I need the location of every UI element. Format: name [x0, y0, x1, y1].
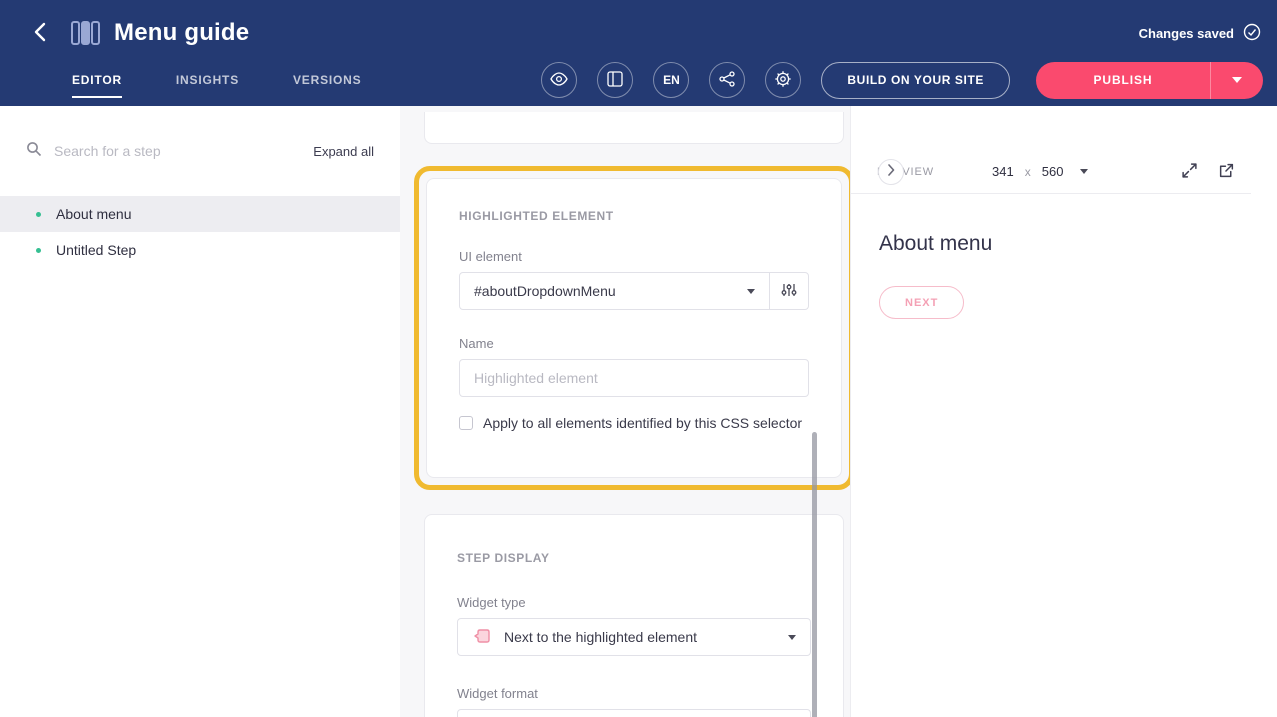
layout-button[interactable] — [597, 62, 633, 98]
expand-all-link[interactable]: Expand all — [313, 144, 374, 159]
search-icon — [26, 141, 42, 162]
preview-body: About menu NEXT — [851, 194, 1277, 319]
expand-arrows-icon — [1181, 162, 1198, 182]
body-region: Expand all About menu Untitled Step — [0, 106, 1277, 717]
settings-button[interactable] — [765, 62, 801, 98]
top-bar-nav-row: EDITOR INSIGHTS VERSIONS EN — [24, 54, 1263, 106]
step-editor-panel: HIGHLIGHTED ELEMENT UI element #aboutDro… — [400, 106, 850, 717]
selector-settings-button[interactable] — [769, 272, 809, 310]
chevron-down-icon — [1232, 77, 1242, 83]
ui-element-label: UI element — [459, 249, 809, 264]
preview-size-select[interactable]: 341 x 560 — [992, 164, 1088, 179]
chevron-right-icon — [887, 163, 895, 179]
step-item-label: Untitled Step — [56, 242, 136, 258]
card-partial-top — [424, 112, 844, 144]
gear-icon — [774, 70, 792, 91]
page-title: Menu guide — [114, 19, 249, 47]
tooltip-widget-icon — [472, 626, 492, 649]
fullscreen-button[interactable] — [1181, 162, 1198, 182]
app-window: Menu guide Changes saved EDITOR INSIGHTS… — [0, 0, 1277, 717]
section-title: HIGHLIGHTED ELEMENT — [459, 209, 809, 223]
step-item-untitled-step[interactable]: Untitled Step — [0, 232, 400, 268]
name-input[interactable] — [459, 359, 809, 397]
steps-sidebar: Expand all About menu Untitled Step — [0, 106, 400, 717]
ui-element-select[interactable]: #aboutDropdownMenu — [459, 272, 770, 310]
editor-scrollbar-thumb[interactable] — [812, 432, 817, 717]
back-button[interactable] — [24, 17, 56, 49]
widget-format-label: Widget format — [457, 686, 811, 701]
apply-all-label: Apply to all elements identified by this… — [483, 415, 802, 431]
tab-versions[interactable]: VERSIONS — [293, 54, 361, 106]
layout-icon — [607, 71, 623, 90]
section-title: STEP DISPLAY — [457, 551, 811, 565]
name-label: Name — [459, 336, 809, 351]
editor-content-column: HIGHLIGHTED ELEMENT UI element #aboutDro… — [424, 112, 844, 717]
chevron-down-icon — [747, 289, 755, 294]
preview-step-title: About menu — [879, 232, 1277, 256]
sliders-icon — [781, 282, 797, 301]
guide-columns-icon — [70, 20, 100, 46]
widget-type-value: Next to the highlighted element — [504, 629, 697, 645]
preview-actions — [1181, 162, 1251, 182]
top-bar-title-row: Menu guide Changes saved — [24, 12, 1263, 54]
widget-format-select[interactable] — [457, 709, 811, 717]
step-dot-icon — [36, 212, 41, 217]
header-actions: EN BUILD ON YOUR SITE PUBLISH — [541, 62, 1263, 99]
changes-saved-label: Changes saved — [1139, 26, 1234, 41]
step-item-label: About menu — [56, 206, 132, 222]
language-button[interactable]: EN — [653, 62, 689, 98]
share-icon — [719, 71, 735, 90]
preview-panel: PREVIEW 341 x 560 — [850, 106, 1277, 717]
step-item-about-menu[interactable]: About menu — [0, 196, 400, 232]
step-search-row: Expand all — [0, 106, 400, 196]
apply-all-checkbox-row[interactable]: Apply to all elements identified by this… — [459, 415, 809, 431]
highlighted-element-card: HIGHLIGHTED ELEMENT UI element #aboutDro… — [426, 178, 842, 478]
collapse-preview-button[interactable] — [878, 159, 904, 185]
chevron-down-icon — [1080, 169, 1088, 174]
open-in-new-window-button[interactable] — [1218, 162, 1235, 182]
top-bar: Menu guide Changes saved EDITOR INSIGHTS… — [0, 0, 1277, 106]
changes-saved-status: Changes saved — [1139, 23, 1263, 44]
step-display-card: STEP DISPLAY Widget type Next to the hig… — [424, 514, 844, 717]
preview-header: PREVIEW 341 x 560 — [851, 150, 1251, 194]
check-circle-icon — [1243, 23, 1261, 44]
widget-type-select[interactable]: Next to the highlighted element — [457, 618, 811, 656]
preview-eye-button[interactable] — [541, 62, 577, 98]
build-on-your-site-button[interactable]: BUILD ON YOUR SITE — [821, 62, 1010, 99]
preview-height-value: 560 — [1042, 164, 1064, 179]
step-search-input[interactable] — [54, 143, 313, 159]
preview-width-value: 341 — [992, 164, 1014, 179]
share-button[interactable] — [709, 62, 745, 98]
ui-element-select-group: #aboutDropdownMenu — [459, 272, 809, 310]
publish-button-group: PUBLISH — [1036, 62, 1263, 99]
widget-type-label: Widget type — [457, 595, 811, 610]
header-tabs: EDITOR INSIGHTS VERSIONS — [72, 54, 361, 106]
external-link-icon — [1218, 162, 1235, 182]
tab-insights[interactable]: INSIGHTS — [176, 54, 239, 106]
step-list: About menu Untitled Step — [0, 196, 400, 268]
step-dot-icon — [36, 248, 41, 253]
chevron-down-icon — [788, 635, 796, 640]
publish-dropdown-button[interactable] — [1210, 62, 1263, 99]
eye-icon — [550, 72, 568, 89]
size-separator: x — [1025, 165, 1031, 179]
ui-element-select-value: #aboutDropdownMenu — [474, 283, 616, 299]
highlight-outline: HIGHLIGHTED ELEMENT UI element #aboutDro… — [414, 166, 850, 490]
chevron-left-icon — [34, 22, 46, 45]
tab-editor[interactable]: EDITOR — [72, 54, 122, 106]
publish-button[interactable]: PUBLISH — [1036, 62, 1210, 99]
next-button[interactable]: NEXT — [879, 286, 964, 319]
apply-all-checkbox[interactable] — [459, 416, 473, 430]
